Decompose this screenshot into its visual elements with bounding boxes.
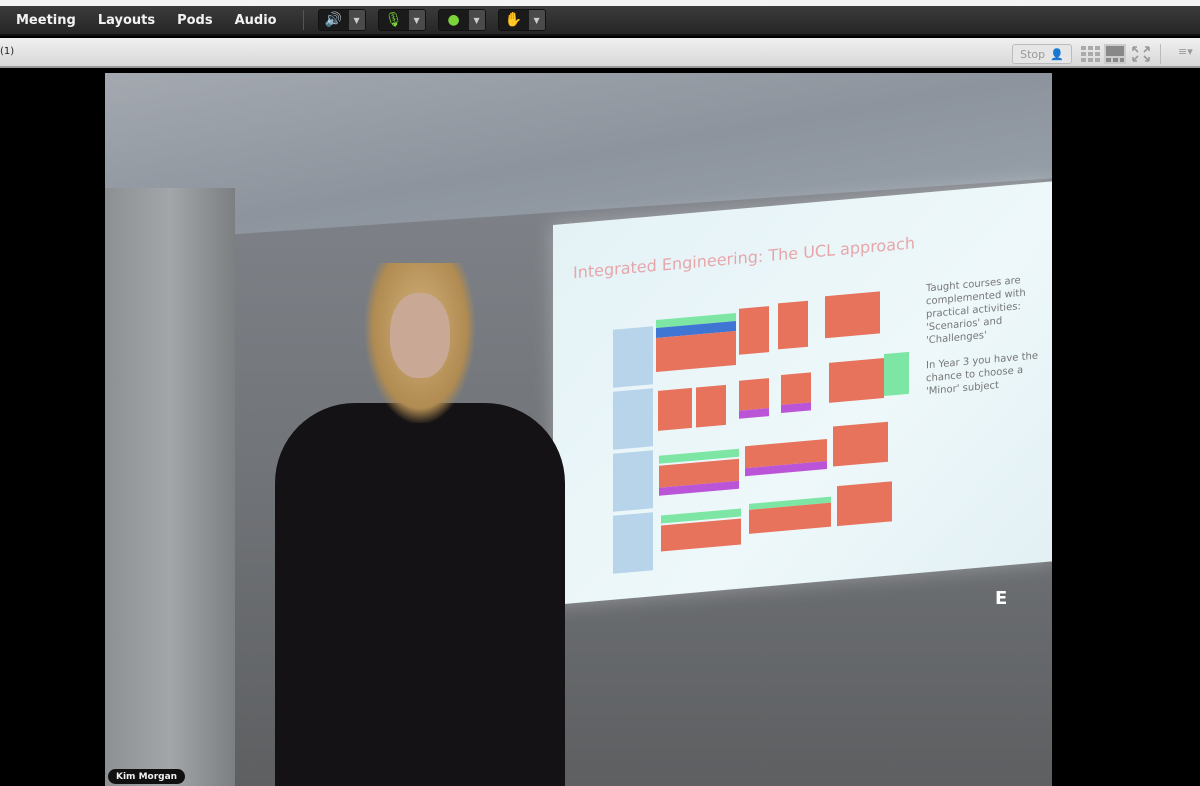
raise-hand-control[interactable]: ✋ ▼ [497, 9, 546, 31]
presenter-name-label: Kim Morgan [108, 769, 186, 784]
presenter-body [275, 403, 565, 786]
slide-block [781, 372, 811, 406]
slide-block [825, 291, 880, 339]
webcam-video-feed: Integrated Engineering: The UCL approach… [105, 73, 1052, 786]
webcam-icon[interactable]: ● [438, 10, 469, 30]
slide-block [781, 402, 811, 414]
video-pod-titlebar: (1) Stop 👤 ≡▾ [0, 38, 1200, 68]
menu-layouts[interactable]: Layouts [98, 13, 155, 28]
wall [105, 188, 235, 786]
menu-pods[interactable]: Pods [177, 13, 213, 28]
menu-divider [302, 10, 304, 30]
slide-block [658, 387, 692, 431]
slide-block [661, 518, 741, 552]
slide-block [833, 421, 888, 467]
slide-block [829, 358, 884, 403]
slide-body-text: Taught courses are complemented with pra… [926, 271, 1051, 410]
slide-block [778, 300, 808, 350]
pod-title: (1) [0, 46, 15, 57]
slide-year-box [613, 388, 653, 450]
slide-block [739, 408, 769, 419]
user-icon: 👤 [1050, 47, 1064, 61]
menu-meeting[interactable]: Meeting [16, 13, 76, 28]
slide-year-box [613, 450, 653, 512]
microphone-icon[interactable]: 🎙 [378, 10, 409, 30]
grid-view-icon[interactable] [1080, 44, 1102, 64]
slide-block [696, 384, 726, 428]
projected-slide: Integrated Engineering: The UCL approach… [553, 181, 1052, 605]
slide-bullet: Taught courses are complemented with pra… [926, 275, 1026, 347]
speaker-icon[interactable]: 🔊 [318, 10, 349, 30]
slide-block [884, 351, 909, 397]
chevron-down-icon[interactable]: ▼ [348, 10, 365, 30]
pod-options-menu-icon[interactable]: ≡▾ [1178, 45, 1193, 58]
microphone-control[interactable]: 🎙 ▼ [377, 9, 426, 31]
slide-title: Integrated Engineering: The UCL approach [573, 233, 915, 283]
raise-hand-icon[interactable]: ✋ [498, 10, 529, 30]
chevron-down-icon[interactable]: ▼ [528, 10, 545, 30]
filmstrip-view-icon[interactable] [1104, 44, 1126, 64]
slide-block [656, 330, 736, 372]
menu-audio[interactable]: Audio [235, 13, 277, 28]
stop-button[interactable]: Stop 👤 [1012, 44, 1072, 64]
slide-block [739, 378, 769, 411]
slide-block [739, 306, 769, 355]
stop-label: Stop [1020, 47, 1046, 61]
chevron-down-icon[interactable]: ▼ [468, 10, 485, 30]
divider [1160, 44, 1161, 64]
fullscreen-icon[interactable] [1130, 44, 1152, 64]
presenter-face [390, 293, 450, 378]
ucl-logo: E [995, 588, 1008, 609]
webcam-control[interactable]: ● ▼ [437, 9, 486, 31]
slide-block [837, 481, 892, 527]
menu-bar: Meeting Layouts Pods Audio 🔊 ▼ 🎙 ▼ ● ▼ ✋ ▼ [0, 6, 1200, 36]
slide-year-box [613, 512, 653, 574]
slide-year-box [613, 326, 653, 388]
presenter [275, 263, 565, 786]
slide-bullet: In Year 3 you have the chance to choose … [926, 350, 1039, 398]
speaker-control[interactable]: 🔊 ▼ [317, 9, 366, 31]
chevron-down-icon[interactable]: ▼ [408, 10, 425, 30]
